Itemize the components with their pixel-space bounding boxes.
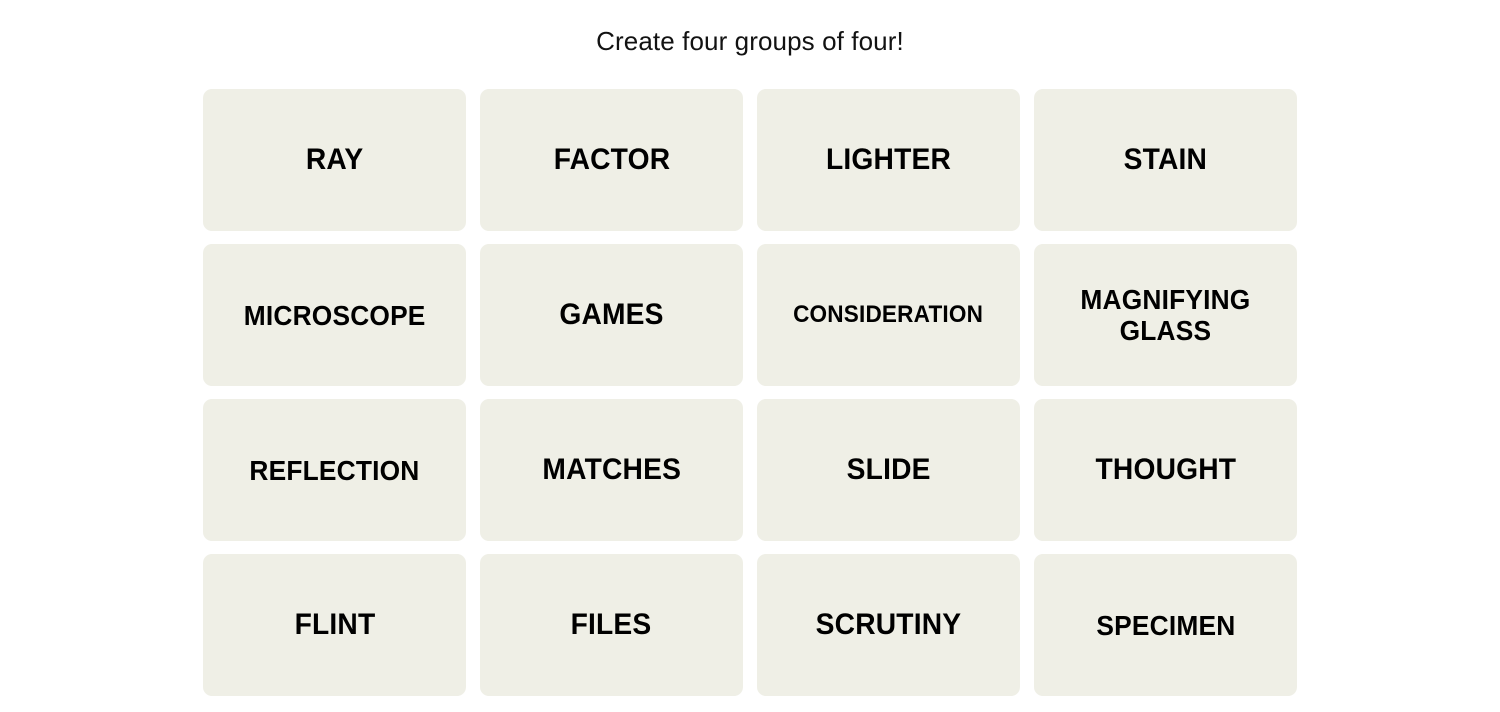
puzzle-tile-label: MICROSCOPE bbox=[243, 299, 426, 331]
puzzle-tile-label: SLIDE bbox=[846, 453, 931, 487]
puzzle-tile-label: GAMES bbox=[559, 298, 664, 332]
puzzle-tile[interactable]: SCRUTINY bbox=[757, 554, 1020, 697]
puzzle-tile-label: FILES bbox=[571, 608, 652, 642]
puzzle-tile-label: LIGHTER bbox=[825, 143, 952, 177]
puzzle-tile[interactable]: THOUGHT bbox=[1034, 399, 1297, 542]
puzzle-tile-label: SCRUTINY bbox=[815, 608, 962, 642]
puzzle-tile-label: CONSIDERATION bbox=[793, 300, 984, 328]
puzzle-tile[interactable]: FACTOR bbox=[480, 89, 743, 232]
puzzle-tile-label: FACTOR bbox=[553, 143, 670, 177]
puzzle-tile-label: MATCHES bbox=[542, 453, 681, 487]
puzzle-tile[interactable]: FILES bbox=[480, 554, 743, 697]
puzzle-tile[interactable]: SLIDE bbox=[757, 399, 1020, 542]
puzzle-tile-label: THOUGHT bbox=[1095, 453, 1236, 487]
puzzle-tile-label: STAIN bbox=[1123, 143, 1208, 177]
puzzle-grid: RAY FACTOR LIGHTER STAIN MICROSCOPE GAMES CONS… bbox=[203, 89, 1297, 697]
puzzle-tile[interactable]: RAY bbox=[203, 89, 466, 232]
puzzle-tile[interactable]: MATCHES bbox=[480, 399, 743, 542]
puzzle-tile[interactable]: SPECIMEN bbox=[1034, 554, 1297, 697]
puzzle-page: Create four groups of four! RAY FACTOR LIG… bbox=[0, 0, 1500, 712]
puzzle-tile-label: RAY bbox=[305, 143, 364, 177]
page-title: Create four groups of four! bbox=[596, 26, 904, 56]
puzzle-tile[interactable]: GAMES bbox=[480, 244, 743, 387]
puzzle-tile[interactable]: CONSIDERATION bbox=[757, 244, 1020, 387]
puzzle-tile-label: REFLECTION bbox=[249, 454, 420, 486]
puzzle-tile[interactable]: STAIN bbox=[1034, 89, 1297, 232]
puzzle-tile-label: MAGNIFYING GLASS bbox=[1080, 283, 1251, 347]
puzzle-tile[interactable]: LIGHTER bbox=[757, 89, 1020, 232]
puzzle-tile[interactable]: FLINT bbox=[203, 554, 466, 697]
puzzle-tile-label: FLINT bbox=[294, 608, 375, 642]
puzzle-tile[interactable]: MICROSCOPE bbox=[203, 244, 466, 387]
puzzle-tile-label: SPECIMEN bbox=[1095, 609, 1235, 641]
puzzle-tile[interactable]: REFLECTION bbox=[203, 399, 466, 542]
puzzle-tile[interactable]: MAGNIFYING GLASS bbox=[1034, 244, 1297, 387]
